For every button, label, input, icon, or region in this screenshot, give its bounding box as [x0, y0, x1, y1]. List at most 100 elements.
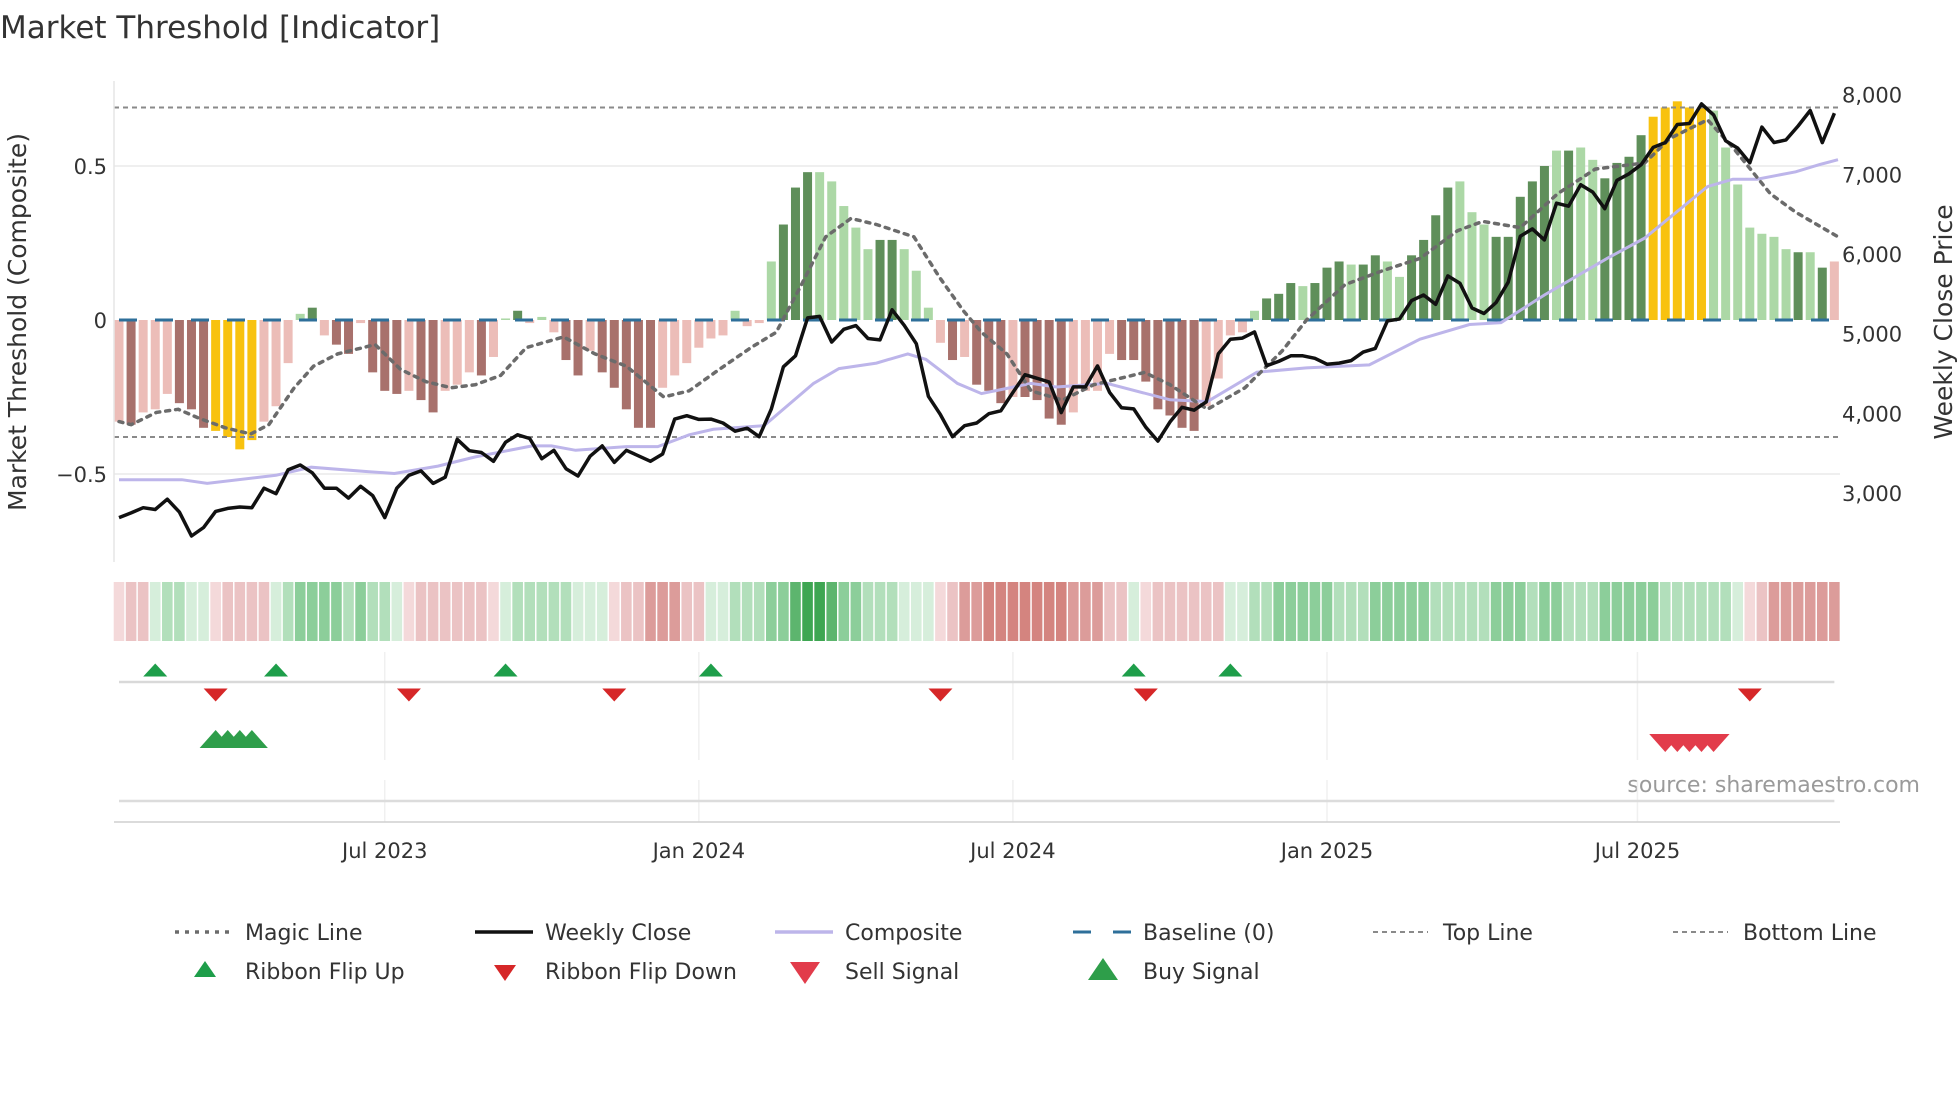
ribbon-cell [1792, 582, 1804, 641]
ribbon-cell [1527, 582, 1538, 641]
legend-flip-up-icon [194, 961, 216, 977]
ribbon-cell [1551, 582, 1562, 641]
ribbon-cell [306, 582, 318, 641]
source-label: source: sharemaestro.com [1627, 773, 1920, 798]
composite-bar [597, 320, 607, 373]
composite-bar [1515, 196, 1525, 320]
ribbon-cell [910, 582, 922, 641]
ribbon-cell [753, 582, 765, 641]
ribbon-cell [1394, 582, 1405, 641]
ribbon-cell [729, 582, 741, 641]
legend-sell-icon [790, 962, 820, 984]
ribbon-cell [149, 582, 161, 641]
ribbon-cell [1563, 582, 1574, 641]
ribbon-cell [1478, 582, 1490, 641]
composite-bar [1322, 267, 1332, 320]
ribbon-cell [174, 582, 185, 641]
ribbon-cell [1418, 582, 1429, 641]
ribbon-cell [415, 582, 427, 641]
ribbon-cell [645, 582, 656, 641]
ribbon-cell [1599, 582, 1611, 641]
ribbon-flip-up-marker [493, 663, 518, 677]
composite-bar [1117, 320, 1127, 361]
composite-bar [778, 224, 788, 320]
ribbon-cell [476, 582, 487, 641]
ribbon-cell [234, 582, 246, 641]
composite-bar [464, 320, 474, 373]
ribbon-cell [826, 582, 838, 641]
composite-bar [537, 316, 547, 320]
ribbon-cell [1152, 582, 1164, 641]
ribbon-cell [451, 582, 463, 641]
ribbon-cell [923, 582, 934, 641]
ribbon-cell [1744, 582, 1756, 641]
composite-bar [452, 320, 462, 385]
legend-item: Top Line [1373, 921, 1533, 946]
composite-bar [259, 320, 269, 422]
ribbon-cell [1261, 582, 1272, 641]
legend-label: Ribbon Flip Up [245, 960, 405, 985]
legend-label: Composite [845, 921, 962, 946]
ribbon-cell [1490, 582, 1502, 641]
composite-bar [1105, 320, 1115, 354]
composite-bar [948, 320, 958, 361]
ribbon-cell [464, 582, 475, 641]
composite-bar [609, 320, 619, 388]
ribbon-cell [439, 582, 451, 641]
legend-item: Ribbon Flip Down [494, 960, 737, 985]
ribbon-cell [584, 582, 596, 641]
ribbon-cell [935, 582, 946, 641]
composite-bar [1829, 261, 1839, 320]
composite-bar [706, 320, 716, 339]
ribbon-cell [1007, 582, 1019, 641]
market-threshold-chart: Market Threshold [Indicator] Market Thre… [0, 10, 1958, 985]
x-tick-label: Jan 2025 [1279, 839, 1374, 863]
ribbon-cell [681, 582, 693, 641]
composite-bar [549, 320, 559, 333]
composite-bar [1455, 181, 1465, 320]
composite-bar [416, 320, 426, 401]
ribbon-cell [1720, 582, 1731, 641]
composite-bar [1298, 286, 1308, 320]
ribbon-cell [947, 582, 958, 641]
composite-bar [1407, 255, 1417, 320]
ribbon-cell [886, 582, 898, 641]
composite-bar [247, 320, 257, 441]
ribbon-cell [524, 582, 536, 641]
composite-bar [1032, 320, 1042, 401]
legend-item: Sell Signal [790, 960, 959, 985]
ribbon-cell [1297, 582, 1309, 641]
right-axis-title: Weekly Close Price [1929, 204, 1958, 439]
ribbon-cell [1080, 582, 1091, 641]
ribbon-cell [1708, 582, 1719, 641]
ribbon-cell [560, 582, 572, 641]
ribbon-cell [778, 582, 789, 641]
right-tick-label: 5,000 [1842, 323, 1902, 347]
ribbon-cell [1068, 582, 1079, 641]
composite-bar [1092, 320, 1102, 391]
ribbon-cell [1635, 582, 1647, 641]
ribbon-cell [1140, 582, 1152, 641]
composite-bar [887, 239, 897, 320]
composite-bar [186, 320, 196, 410]
ribbon-cell [669, 582, 680, 641]
x-tick-label: Jul 2023 [340, 839, 427, 863]
ribbon-cell [1647, 582, 1659, 641]
ribbon-cell [898, 582, 910, 641]
composite-bar [1733, 184, 1743, 320]
ribbon-cell [814, 582, 825, 641]
ribbon-cell [367, 582, 378, 641]
ribbon-cell [1055, 582, 1067, 641]
ribbon-cell [1829, 582, 1840, 641]
composite-bar [754, 320, 764, 324]
ribbon-cell [488, 582, 499, 641]
legend-item: Baseline (0) [1073, 921, 1274, 946]
ribbon-cell [379, 582, 391, 641]
legend-label: Weekly Close [545, 921, 691, 946]
ribbon-cell [1696, 582, 1707, 641]
ribbon-flip-up-marker [1121, 663, 1146, 677]
ribbon-cell [246, 582, 258, 641]
ribbon-cell [137, 582, 149, 641]
ribbon-flip-up-marker [1218, 663, 1243, 677]
ribbon-cell [1684, 582, 1695, 641]
